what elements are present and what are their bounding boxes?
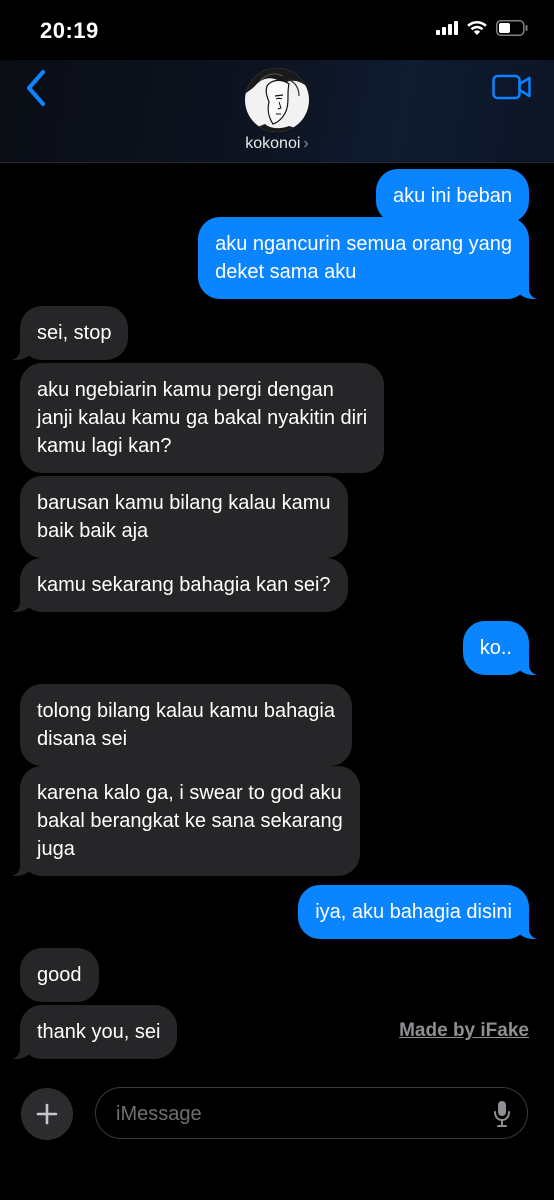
wifi-icon <box>467 20 487 35</box>
home-indicator-area <box>0 1150 554 1200</box>
contact-name-button[interactable]: kokonoi › <box>0 135 554 153</box>
message-input[interactable] <box>114 1100 478 1128</box>
status-time: 20:19 <box>40 18 99 43</box>
watermark: Made by iFake <box>399 1020 529 1041</box>
chevron-right-icon: › <box>303 135 309 152</box>
cellular-signal-icon <box>436 21 458 35</box>
back-button[interactable] <box>20 68 52 108</box>
video-camera-icon <box>492 74 531 100</box>
battery-icon <box>496 20 528 36</box>
status-bar: 20:19 <box>0 0 554 60</box>
apps-button[interactable] <box>21 1088 73 1140</box>
message-bubble-received[interactable]: aku ngebiarin kamu pergi dengan janji ka… <box>20 363 385 473</box>
message-bubble-sent[interactable]: ko.. <box>462 621 542 675</box>
imessage-field[interactable] <box>95 1087 528 1139</box>
message-bubble-received[interactable]: thank you, sei <box>7 1005 178 1059</box>
message-bubble-received[interactable]: good <box>20 948 99 1002</box>
message-bubble-sent[interactable]: aku ini beban <box>376 169 529 223</box>
message-bubble-sent[interactable]: aku ngancurin semua orang yang deket sam… <box>198 217 541 299</box>
contact-name: kokonoi <box>245 135 301 152</box>
chevron-left-icon <box>27 70 45 106</box>
status-icons <box>436 20 528 36</box>
video-call-button[interactable] <box>492 72 532 102</box>
message-bubble-received[interactable]: sei, stop <box>7 306 129 360</box>
conversation-header: kokonoi › <box>0 60 554 163</box>
microphone-icon[interactable] <box>493 1100 511 1128</box>
plus-icon <box>36 1103 58 1125</box>
avatar-illustration <box>245 68 309 132</box>
message-bubble-received[interactable]: karena kalo ga, i swear to god aku bakal… <box>8 766 360 876</box>
message-bubble-received[interactable]: barusan kamu bilang kalau kamu baik baik… <box>20 476 348 558</box>
message-bubble-received[interactable]: kamu sekarang bahagia kan sei? <box>8 558 348 612</box>
message-bubble-sent[interactable]: iya, aku bahagia disini <box>298 885 541 939</box>
compose-bar <box>0 1080 554 1150</box>
contact-avatar[interactable] <box>245 68 309 132</box>
message-bubble-received[interactable]: tolong bilang kalau kamu bahagia disana … <box>20 684 352 766</box>
